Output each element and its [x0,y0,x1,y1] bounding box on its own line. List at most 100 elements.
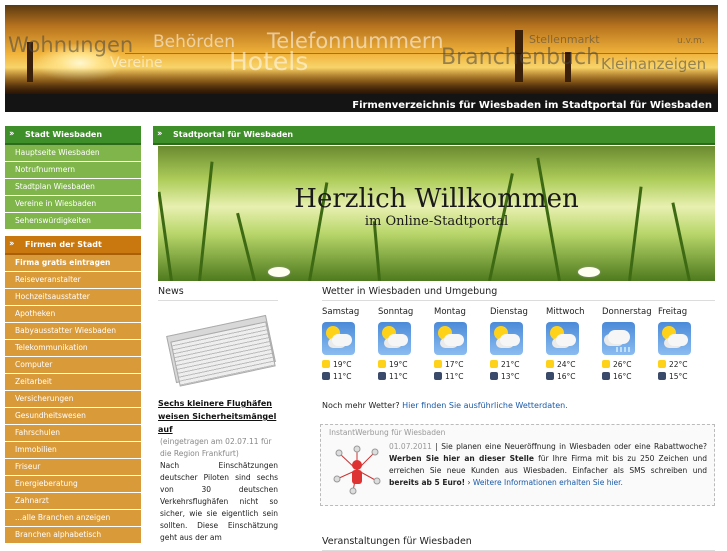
ad-label: InstantWerbung für Wiesbaden [329,428,446,437]
banner-word: Vereine [110,55,163,71]
sidebar-city-title: Stadt Wiesbaden [25,130,103,139]
sidebar-item-versicherungen[interactable]: Versicherungen [5,391,141,408]
sun-cloud-icon [490,322,523,355]
sun-cloud-icon [658,322,691,355]
weather-day-name: Montag [434,307,466,317]
sun-cloud-icon [322,322,355,355]
weather-low: 16°C [602,371,658,383]
banner-word: Wohnungen [8,33,134,57]
ad-more-link[interactable]: Weitere Informationen erhalten Sie hier. [473,478,623,487]
sun-icon [546,360,554,368]
sidebar-item-telekommunikation[interactable]: Telekommunikation [5,340,141,357]
weather-title: Wetter in Wiesbaden und Umgebung [322,286,715,301]
rain-cloud-icon [602,322,635,355]
sidebar-companies-header: ›› Firmen der Stadt [5,236,141,255]
banner-word: u.v.m. [677,36,705,46]
sidebar-item-hauptseite[interactable]: Hauptseite Wiesbaden [5,145,141,162]
sidebar-item-energieberatung[interactable]: Energieberatung [5,476,141,493]
banner-tagline: Firmenverzeichnis für Wiesbaden im Stadt… [352,100,712,111]
sun-icon [434,360,442,368]
sidebar-item-babyausstatter[interactable]: Babyausstatter Wiesbaden [5,323,141,340]
sidebar-companies-box: ›› Firmen der Stadt Firma gratis eintrag… [5,236,141,544]
weather-low: 16°C [546,371,602,383]
instant-ad-box: InstantWerbung für Wiesbaden 01.07.2011 … [320,424,715,506]
weather-low: 11°C [322,371,378,383]
weather-day-name: Freitag [658,307,688,317]
sidebar-city-header: ›› Stadt Wiesbaden [5,126,141,145]
weather-day-name: Mittwoch [546,307,585,317]
weather-high: 19°C [322,359,378,371]
sidebar: ›› Stadt Wiesbaden Hauptseite Wiesbaden … [5,126,141,550]
moon-icon [602,372,610,380]
news-meta: (eingetragen am 02.07.11 für die Region … [160,437,272,458]
weather-day: Mittwoch 24°C 16°C [546,307,602,383]
weather-day: Samstag 19°C 11°C [322,307,378,383]
banner-word: Behörden [153,32,236,52]
weather-low: 11°C [434,371,490,383]
moon-icon [322,372,330,380]
sun-cloud-icon [378,322,411,355]
main-content: ›› Stadtportal für Wiesbaden Herzlich Wi… [153,126,715,551]
weather-more-text: Noch mehr Wetter? [322,401,400,410]
banner-word: Kleinanzeigen [601,55,707,73]
sun-icon [602,360,610,368]
sidebar-item-zahnarzt[interactable]: Zahnarzt [5,493,141,510]
ad-bold-2: bereits ab 5 Euro! [389,478,466,487]
moon-icon [546,372,554,380]
sidebar-item-computer[interactable]: Computer [5,357,141,374]
weather-day: Sonntag 19°C 11°C [378,307,434,383]
grass-blade [372,221,381,281]
sidebar-item-gesundheitswesen[interactable]: Gesundheitswesen [5,408,141,425]
sidebar-item-fahrschulen[interactable]: Fahrschulen [5,425,141,442]
sidebar-item-firma-eintragen[interactable]: Firma gratis eintragen [5,255,141,272]
news-body: Nach Einschätzungen deutscher Piloten si… [160,461,278,542]
news-section: News Sechs kleinere Flughäfen weisen Sic… [158,286,278,544]
hero-title: Herzlich Willkommen [294,184,579,214]
moon-icon [378,372,386,380]
sidebar-item-immobilien[interactable]: Immobilien [5,442,141,459]
weather-day: Donnerstag 26°C 16°C [602,307,658,383]
weather-high: 24°C [546,359,602,371]
weather-days: Samstag 19°C 11°C Sonntag 19°C 11°C Mont… [322,307,715,383]
weather-low: 13°C [490,371,546,383]
events-title: Veranstaltungen für Wiesbaden [322,536,715,551]
sidebar-item-vereine[interactable]: Vereine in Wiesbaden [5,196,141,213]
ad-text-1: Sie planen eine Neueröffnung in Wiesbade… [441,442,708,451]
newspaper-image [166,311,276,389]
weather-low: 15°C [658,371,714,383]
sun-cloud-icon [434,322,467,355]
daisy-flower [578,267,600,277]
sun-icon [490,360,498,368]
sidebar-item-notrufnummern[interactable]: Notrufnummern [5,162,141,179]
sidebar-item-alle-branchen[interactable]: ...alle Branchen anzeigen [5,510,141,527]
weather-day: Dienstag 21°C 13°C [490,307,546,383]
network-people-icon [333,445,381,495]
sidebar-item-friseur[interactable]: Friseur [5,459,141,476]
news-headline[interactable]: Sechs kleinere Flughäfen weisen Sicherhe… [158,397,278,436]
events-section: Veranstaltungen für Wiesbaden [322,536,715,551]
weather-section: Wetter in Wiesbaden und Umgebung Samstag… [322,286,715,383]
double-arrow-icon: ›› [9,239,15,249]
moon-icon [434,372,442,380]
sidebar-item-stadtplan[interactable]: Stadtplan Wiesbaden [5,179,141,196]
weather-high: 26°C [602,359,658,371]
sidebar-item-reiseveranstalter[interactable]: Reiseveranstalter [5,272,141,289]
sun-icon [322,360,330,368]
banner-word: Hotels [229,47,309,76]
double-arrow-icon: ›› [157,129,163,139]
hero-subtitle: im Online-Stadtportal [364,214,509,229]
sidebar-item-zeitarbeit[interactable]: Zeitarbeit [5,374,141,391]
weather-day: Montag 17°C 11°C [434,307,490,383]
weather-high: 21°C [490,359,546,371]
weather-more-link[interactable]: Hier finden Sie ausführliche Wetterdaten… [402,401,568,410]
sidebar-item-alphabetisch[interactable]: Branchen alphabetisch [5,527,141,544]
sidebar-item-sehenswuerdigkeiten[interactable]: Sehenswürdigkeiten [5,213,141,230]
weather-day: Freitag 22°C 15°C [658,307,714,383]
sun-cloud-icon [546,322,579,355]
banner-word: Branchenbuch [441,45,601,70]
sidebar-item-hochzeitsausstatter[interactable]: Hochzeitsausstatter [5,289,141,306]
double-arrow-icon: ›› [9,129,15,139]
header-banner: Wohnungen Behörden Telefonnummern Verein… [5,5,718,112]
weather-more: Noch mehr Wetter? Hier finden Sie ausfüh… [322,401,568,410]
sidebar-item-apotheken[interactable]: Apotheken [5,306,141,323]
